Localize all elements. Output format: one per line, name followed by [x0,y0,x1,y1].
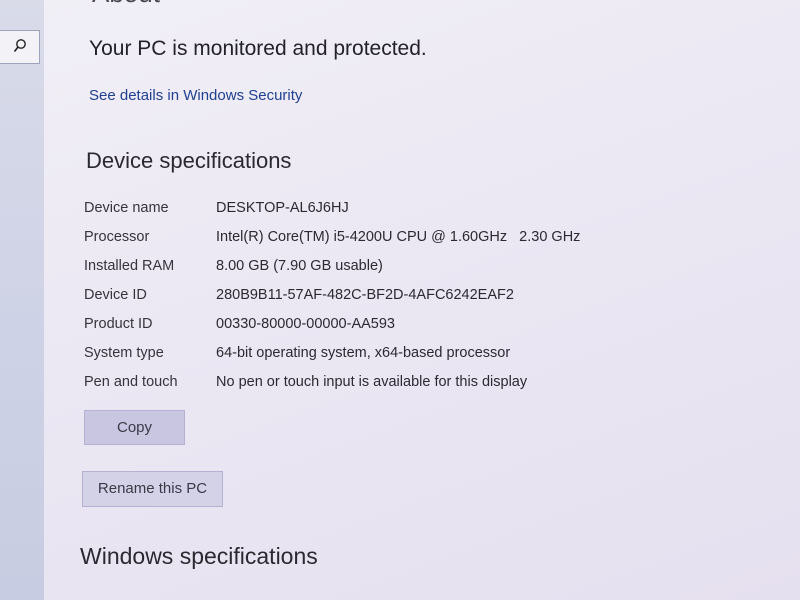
windows-specifications-heading: Windows specifications [80,543,318,569]
spec-row-processor: Processor Intel(R) Core(TM) i5-4200U CPU… [84,229,724,253]
spec-value: 280B9B11-57AF-482C-BF2D-4AFC6242EAF2 [216,287,514,303]
spec-label: Processor [84,229,150,245]
spec-value: 64-bit operating system, x64-based proce… [216,345,511,361]
spec-label: Device ID [84,287,147,303]
spec-label: Pen and touch [84,374,178,390]
spec-value: 8.00 GB (7.90 GB usable) [216,258,383,274]
spec-value: No pen or touch input is available for t… [216,374,528,390]
spec-value: Intel(R) Core(TM) i5-4200U CPU @ 1.60GHz… [216,229,581,245]
spec-label: System type [84,345,164,361]
settings-about-page: About Your PC is monitored and protected… [44,0,800,600]
protection-status-text: Your PC is monitored and protected. [89,37,427,60]
spec-row-installed-ram: Installed RAM 8.00 GB (7.90 GB usable) [84,258,724,282]
page-title: About [92,0,160,9]
spec-label: Installed RAM [84,258,175,274]
spec-row-device-id: Device ID 280B9B11-57AF-482C-BF2D-4AFC62… [84,287,724,311]
spec-label: Product ID [84,316,153,332]
spec-row-device-name: Device name DESKTOP-AL6J6HJ [84,200,724,224]
search-button[interactable] [0,30,40,64]
spec-label: Device name [84,200,169,216]
spec-value: 00330-80000-00000-AA593 [216,316,395,332]
spec-value: DESKTOP-AL6J6HJ [216,200,349,216]
search-icon [13,39,26,52]
device-specifications-heading: Device specifications [86,148,292,173]
spec-row-system-type: System type 64-bit operating system, x64… [84,345,724,369]
copy-button[interactable]: Copy [84,410,185,445]
windows-security-link[interactable]: See details in Windows Security [89,87,302,104]
left-navigation-strip [0,0,44,600]
spec-row-product-id: Product ID 00330-80000-00000-AA593 [84,316,724,340]
spec-row-pen-and-touch: Pen and touch No pen or touch input is a… [84,374,724,398]
rename-pc-button[interactable]: Rename this PC [82,471,223,507]
